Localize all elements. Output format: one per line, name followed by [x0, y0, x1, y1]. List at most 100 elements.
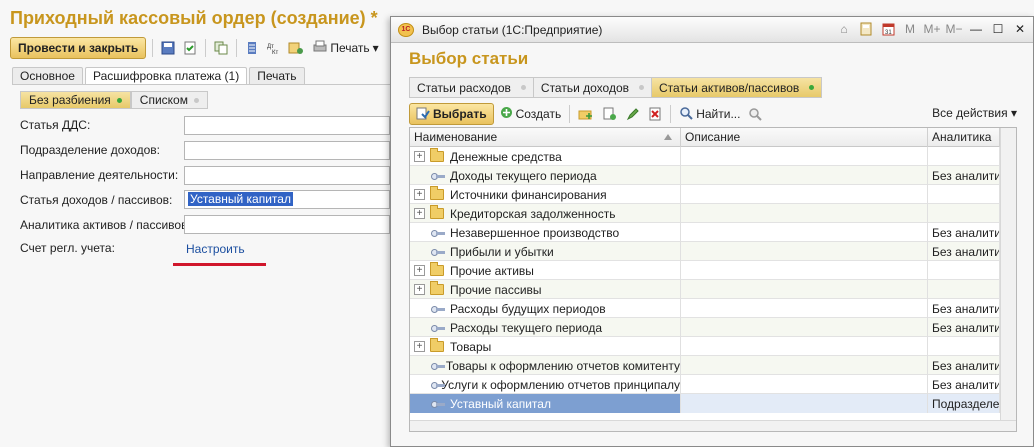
- income-article-field[interactable]: Уставный капитал: [184, 190, 390, 209]
- cell-name[interactable]: + Денежные средства: [410, 147, 681, 166]
- copy-documents-icon[interactable]: [212, 39, 230, 57]
- cell-analytics[interactable]: [928, 147, 1000, 166]
- configure-account-link[interactable]: Настроить: [186, 242, 245, 256]
- create-group-button[interactable]: [576, 103, 596, 125]
- table-row[interactable]: Незавершенное производство Без аналитики: [410, 223, 1016, 242]
- delete-mark-button[interactable]: [646, 103, 664, 125]
- cell-analytics[interactable]: Без аналитики: [928, 242, 1000, 261]
- create-based-on-icon[interactable]: [287, 39, 305, 57]
- expand-icon[interactable]: +: [414, 189, 425, 200]
- cell-description[interactable]: [681, 394, 928, 413]
- analytics-field[interactable]: [184, 215, 390, 234]
- print-menu-button[interactable]: Печать ▾: [309, 40, 379, 56]
- column-header-analytics[interactable]: Аналитика: [928, 128, 1000, 147]
- cell-name[interactable]: Расходы текущего периода: [410, 318, 681, 337]
- cell-description[interactable]: [681, 223, 928, 242]
- articles-table[interactable]: Наименование Описание Аналитика + Денежны…: [409, 127, 1017, 432]
- dt-kt-icon[interactable]: Дт Кт: [265, 39, 283, 57]
- choose-button[interactable]: Выбрать: [409, 103, 494, 125]
- table-row[interactable]: + Прочие активы: [410, 261, 1016, 280]
- table-row[interactable]: + Товары: [410, 337, 1016, 356]
- table-row[interactable]: + Кредиторская задолженность: [410, 204, 1016, 223]
- horizontal-scrollbar[interactable]: [410, 420, 1016, 431]
- table-row[interactable]: Товары к оформлению отчетов комитенту Без…: [410, 356, 1016, 375]
- calculator-icon[interactable]: [857, 20, 875, 38]
- cell-name[interactable]: + Прочие пассивы: [410, 280, 681, 299]
- tab-main[interactable]: Основное: [12, 67, 83, 84]
- save-icon[interactable]: [159, 39, 177, 57]
- table-row[interactable]: Прибыли и убытки Без аналитики: [410, 242, 1016, 261]
- close-icon[interactable]: ✕: [1011, 20, 1029, 38]
- column-header-name[interactable]: Наименование: [410, 128, 681, 147]
- cell-description[interactable]: [681, 185, 928, 204]
- cancel-search-button[interactable]: [746, 103, 765, 125]
- cell-name[interactable]: Услуги к оформлению отчетов принципалу: [410, 375, 681, 394]
- cell-name[interactable]: Незавершенное производство: [410, 223, 681, 242]
- vertical-scrollbar[interactable]: [1000, 128, 1016, 431]
- cell-description[interactable]: [681, 318, 928, 337]
- cell-name[interactable]: Товары к оформлению отчетов комитенту: [410, 356, 681, 375]
- cell-description[interactable]: [681, 261, 928, 280]
- cell-name[interactable]: Расходы будущих периодов: [410, 299, 681, 318]
- cell-analytics[interactable]: Без аналитики: [928, 375, 1000, 394]
- home-icon[interactable]: ⌂: [835, 20, 853, 38]
- cell-description[interactable]: [681, 280, 928, 299]
- cell-description[interactable]: [681, 299, 928, 318]
- table-row[interactable]: + Прочие пассивы: [410, 280, 1016, 299]
- edit-button[interactable]: [624, 103, 642, 125]
- cell-description[interactable]: [681, 337, 928, 356]
- activity-direction-field[interactable]: [184, 166, 390, 185]
- minimize-icon[interactable]: —: [967, 20, 985, 38]
- cell-analytics[interactable]: [928, 185, 1000, 204]
- expand-icon[interactable]: +: [414, 265, 425, 276]
- tab-payment-breakdown[interactable]: Расшифровка платежа (1): [84, 67, 248, 84]
- cell-name[interactable]: + Источники финансирования: [410, 185, 681, 204]
- cell-name[interactable]: Уставный капитал: [410, 394, 681, 413]
- copy-button[interactable]: [600, 103, 620, 125]
- cell-description[interactable]: [681, 375, 928, 394]
- memory-plus-icon[interactable]: M+: [923, 20, 941, 38]
- maximize-icon[interactable]: ☐: [989, 20, 1007, 38]
- cell-name[interactable]: Прибыли и убытки: [410, 242, 681, 261]
- cell-description[interactable]: [681, 166, 928, 185]
- split-mode-list[interactable]: Списком: [130, 91, 208, 109]
- find-button[interactable]: Найти...: [677, 103, 742, 125]
- post-and-close-button[interactable]: Провести и закрыть: [10, 37, 147, 59]
- post-icon[interactable]: [181, 39, 199, 57]
- tab-income-articles[interactable]: Статьи доходов: [533, 78, 652, 97]
- table-row[interactable]: + Источники финансирования: [410, 185, 1016, 204]
- table-row[interactable]: Доходы текущего периода Без аналитики: [410, 166, 1016, 185]
- table-row[interactable]: Уставный капитал Подразделение: [410, 394, 1016, 413]
- cell-name[interactable]: Доходы текущего периода: [410, 166, 681, 185]
- expand-icon[interactable]: +: [414, 151, 425, 162]
- column-header-description[interactable]: Описание: [681, 128, 928, 147]
- create-button[interactable]: Создать: [498, 103, 564, 125]
- cell-name[interactable]: + Прочие активы: [410, 261, 681, 280]
- cell-analytics[interactable]: [928, 204, 1000, 223]
- cell-name[interactable]: + Товары: [410, 337, 681, 356]
- cell-analytics[interactable]: [928, 337, 1000, 356]
- memory-m-icon[interactable]: M: [901, 20, 919, 38]
- calendar-icon[interactable]: 31: [879, 20, 897, 38]
- cell-description[interactable]: [681, 356, 928, 375]
- tab-print[interactable]: Печать: [249, 67, 305, 84]
- cell-analytics[interactable]: Без аналитики: [928, 299, 1000, 318]
- cell-name[interactable]: + Кредиторская задолженность: [410, 204, 681, 223]
- cell-analytics[interactable]: Без аналитики: [928, 356, 1000, 375]
- income-division-field[interactable]: [184, 141, 390, 160]
- cell-description[interactable]: [681, 204, 928, 223]
- tab-expense-articles[interactable]: Статьи расходов: [410, 78, 534, 97]
- expand-icon[interactable]: +: [414, 341, 425, 352]
- cell-analytics[interactable]: [928, 261, 1000, 280]
- cell-analytics[interactable]: Без аналитики: [928, 318, 1000, 337]
- expand-icon[interactable]: +: [414, 208, 425, 219]
- tab-asset-liability-articles[interactable]: Статьи активов/пассивов: [652, 78, 822, 97]
- table-row[interactable]: + Денежные средства: [410, 147, 1016, 166]
- list-icon[interactable]: [243, 39, 261, 57]
- expand-icon[interactable]: +: [414, 284, 425, 295]
- cell-analytics[interactable]: Подразделение: [928, 394, 1000, 413]
- memory-minus-icon[interactable]: M−: [945, 20, 963, 38]
- dds-field[interactable]: [184, 116, 390, 135]
- cell-analytics[interactable]: Без аналитики: [928, 166, 1000, 185]
- all-actions-menu[interactable]: Все действия ▾: [932, 106, 1017, 120]
